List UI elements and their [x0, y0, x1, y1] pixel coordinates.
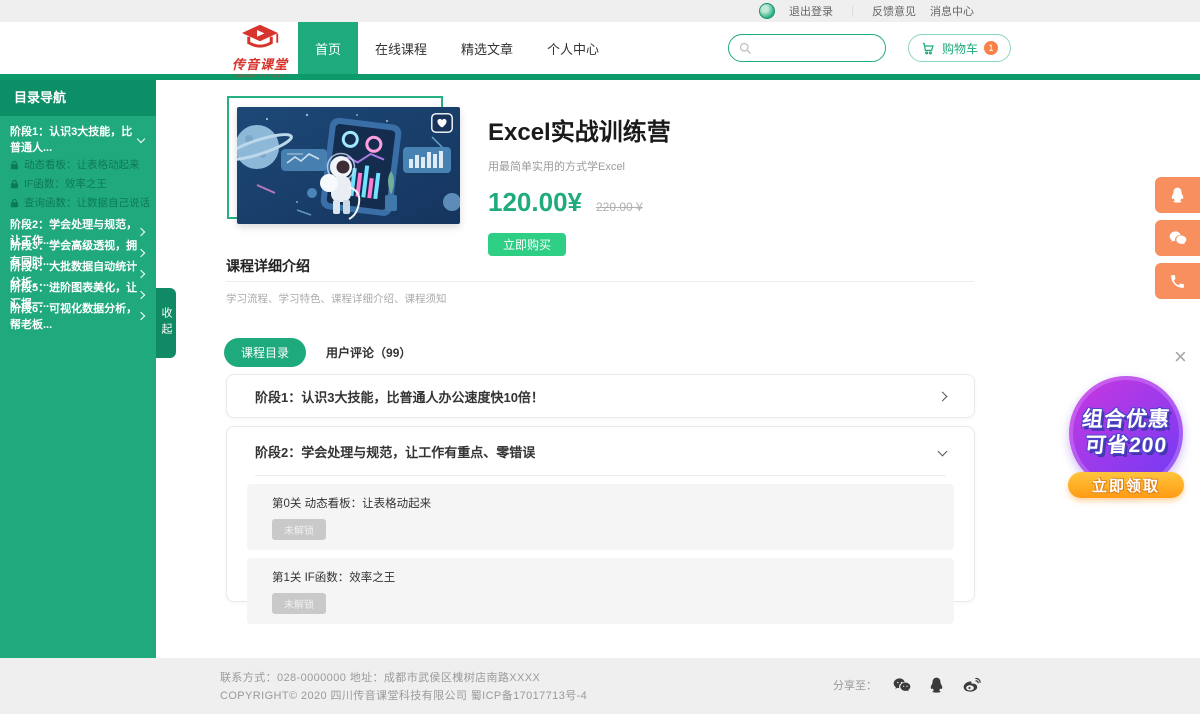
messages-link[interactable]: 消息中心	[930, 3, 974, 19]
course-title: Excel实战训练营	[488, 112, 671, 147]
cart-icon	[921, 41, 936, 56]
claim-coupon-button[interactable]: 立即领取	[1068, 472, 1184, 498]
nav-item-courses[interactable]: 在线课程	[358, 22, 444, 74]
sidebar-item-stage1[interactable]: 阶段1：认识3大技能，比普通人...	[0, 129, 156, 148]
graduation-cap-icon	[240, 24, 280, 51]
wechat-contact-button[interactable]	[1155, 220, 1200, 256]
cart-count-badge: 1	[984, 41, 998, 55]
current-price: 120.00¥	[488, 187, 582, 218]
lesson-label: 查询函数：让数据自己说话	[24, 195, 150, 210]
logo-subtitle: CHUANYINKETANG	[218, 73, 302, 78]
promo-line1: 组合优惠	[1081, 407, 1172, 433]
user-avatar[interactable]	[759, 3, 775, 19]
original-price: 220.00 ¥	[596, 200, 643, 214]
stage-label: 阶段6：可视化数据分析，帮老板...	[10, 300, 138, 332]
logo-title: 传音课堂	[218, 54, 302, 73]
lesson-label: IF函数：效率之王	[24, 176, 107, 191]
footer-copyright: COPYRIGHT© 2020 四川传音课堂科技有限公司 蜀ICP备170177…	[220, 687, 587, 705]
share-bar: 分享至：	[833, 675, 983, 695]
accordion-stage2-header[interactable]: 阶段2：学会处理与规范，让工作有重点、零错误	[227, 427, 974, 475]
sidebar-title: 目录导航	[0, 80, 156, 116]
wechat-icon	[1168, 228, 1188, 248]
share-qq-icon[interactable]	[927, 676, 946, 695]
cart-label: 购物车	[942, 40, 978, 57]
accordion-divider	[255, 475, 946, 476]
accordion-stage1[interactable]: 阶段1：认识3大技能，比普通人办公速度快10倍！	[226, 374, 975, 418]
sidebar-item-stage6[interactable]: 阶段6：可视化数据分析，帮老板...	[0, 305, 156, 326]
phone-contact-button[interactable]	[1155, 263, 1200, 299]
locked-badge: 未解锁	[272, 519, 326, 540]
main-nav: 首页 在线课程 精选文章 个人中心	[298, 22, 616, 74]
tab-course-catalog[interactable]: 课程目录	[224, 338, 306, 367]
sidebar-collapse-button[interactable]: 收起	[156, 288, 176, 358]
course-cover-image[interactable]	[237, 107, 460, 224]
lesson-label: 动态看板：让表格动起来	[24, 157, 140, 172]
section-divider	[226, 281, 974, 282]
site-logo[interactable]: 传音课堂 CHUANYINKETANG	[218, 24, 302, 78]
share-weibo-icon[interactable]	[961, 675, 983, 695]
lesson-row[interactable]: 第0关 动态看板：让表格动起来 未解锁	[247, 484, 954, 550]
lesson-row[interactable]: 第1关 IF函数：效率之王 未解锁	[247, 558, 954, 624]
phone-icon	[1169, 273, 1186, 290]
chevron-down-icon	[938, 446, 948, 456]
chevron-right-icon	[137, 227, 145, 235]
stage1-sub-list: 动态看板：让表格动起来 IF函数：效率之王 查询函数：让数据自己说话	[0, 155, 156, 212]
nav-item-home[interactable]: 首页	[298, 22, 358, 74]
qq-contact-button[interactable]	[1155, 177, 1200, 213]
contact-float-bar	[1155, 177, 1200, 299]
course-media	[227, 96, 461, 225]
page-footer: 联系方式：028-0000000 地址：成都市武侯区槐树店南路XXXX COPY…	[0, 658, 1200, 714]
header-accent-bar	[0, 74, 1200, 80]
utility-bar: 退出登录 ｜ 反馈意见 消息中心	[0, 0, 1200, 22]
chevron-down-icon	[137, 134, 145, 142]
search-box: 搜索	[728, 34, 886, 62]
catalog-sidebar: 目录导航 阶段1：认识3大技能，比普通人... 动态看板：让表格动起来 IF函数…	[0, 80, 156, 658]
chevron-right-icon	[137, 248, 145, 256]
sidebar-lesson-item[interactable]: IF函数：效率之王	[0, 174, 156, 193]
buy-now-button[interactable]: 立即购买	[488, 233, 566, 256]
lesson-title: 第1关 IF函数：效率之王	[272, 569, 929, 585]
lock-icon	[10, 179, 19, 189]
chevron-right-icon	[137, 290, 145, 298]
sidebar-stage1-label: 阶段1：认识3大技能，比普通人...	[10, 123, 138, 155]
accordion-stage2-title: 阶段2：学会处理与规范，让工作有重点、零错误	[255, 442, 535, 461]
main-header: 传音课堂 CHUANYINKETANG 首页 在线课程 精选文章 个人中心 搜索…	[0, 22, 1200, 74]
footer-contact: 联系方式：028-0000000 地址：成都市武侯区槐树店南路XXXX	[220, 669, 587, 687]
feedback-link[interactable]: 反馈意见	[872, 3, 916, 19]
favorite-heart-icon[interactable]	[431, 113, 453, 133]
content-tabs: 课程目录 用户评论（99）	[224, 338, 411, 367]
chevron-right-icon	[137, 269, 145, 277]
accordion-stage2: 阶段2：学会处理与规范，让工作有重点、零错误 第0关 动态看板：让表格动起来 未…	[226, 426, 975, 602]
chevron-right-icon	[938, 391, 948, 401]
detail-section-desc: 学习流程、学习特色、课程详细介绍、课程须知	[226, 291, 447, 306]
nav-item-profile[interactable]: 个人中心	[530, 22, 616, 74]
space-illustration	[237, 107, 460, 224]
search-icon	[738, 41, 753, 56]
price-row: 120.00¥ 220.00 ¥	[488, 187, 671, 218]
course-info: Excel实战训练营 用最简单实用的方式学Excel 120.00¥ 220.0…	[488, 112, 671, 256]
detail-section-title: 课程详细介绍	[226, 256, 310, 276]
sidebar-lesson-item[interactable]: 动态看板：让表格动起来	[0, 155, 156, 174]
cart-button[interactable]: 购物车 1	[908, 34, 1011, 62]
lock-icon	[10, 198, 19, 208]
lock-icon	[10, 160, 19, 170]
accordion-stage1-title: 阶段1：认识3大技能，比普通人办公速度快10倍！	[255, 387, 544, 406]
topbar-divider: ｜	[847, 3, 858, 19]
lesson-title: 第0关 动态看板：让表格动起来	[272, 495, 929, 511]
nav-item-articles[interactable]: 精选文章	[444, 22, 530, 74]
share-label: 分享至：	[833, 677, 877, 693]
sidebar-lesson-item[interactable]: 查询函数：让数据自己说话	[0, 193, 156, 212]
footer-text: 联系方式：028-0000000 地址：成都市武侯区槐树店南路XXXX COPY…	[220, 669, 587, 705]
course-subtitle: 用最简单实用的方式学Excel	[488, 158, 671, 174]
chevron-right-icon	[137, 311, 145, 319]
share-wechat-icon[interactable]	[892, 675, 912, 695]
tab-user-comments[interactable]: 用户评论（99）	[326, 344, 411, 361]
locked-badge: 未解锁	[272, 593, 326, 614]
qq-icon	[1168, 186, 1187, 205]
logout-link[interactable]: 退出登录	[789, 3, 833, 19]
promo-close-icon[interactable]: ×	[1174, 346, 1187, 368]
promo-line2: 可省200	[1084, 433, 1169, 459]
